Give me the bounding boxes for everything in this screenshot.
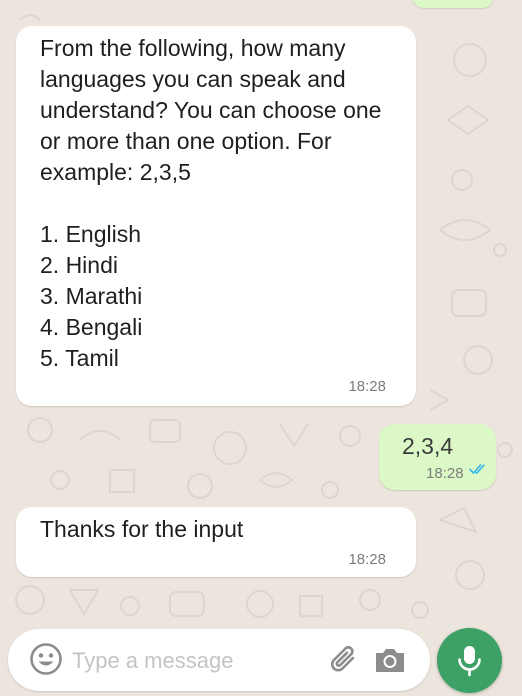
incoming-message-thanks[interactable]: Thanks for the input 18:28 [16,507,416,577]
previous-message-bubble[interactable] [412,0,494,8]
message-text: From the following, how many languages y… [40,35,382,371]
outgoing-message-reply[interactable]: 2,3,4 18:28 [379,424,496,490]
message-text: Thanks for the input [40,516,244,542]
chat-area[interactable]: From the following, how many languages y… [0,0,522,630]
message-time: 18:28 [348,378,386,395]
camera-icon[interactable] [372,642,408,678]
message-time: 18:28 [348,551,386,568]
message-composer [8,629,430,691]
message-text: 2,3,4 [402,433,454,459]
message-input[interactable] [70,642,314,680]
voice-record-button[interactable] [437,628,502,693]
emoji-icon[interactable] [29,642,63,676]
message-time: 18:28 [426,465,464,482]
microphone-icon [458,646,481,677]
read-receipt-icon [469,462,489,480]
incoming-message-question[interactable]: From the following, how many languages y… [16,26,416,406]
paperclip-icon[interactable] [326,641,362,677]
